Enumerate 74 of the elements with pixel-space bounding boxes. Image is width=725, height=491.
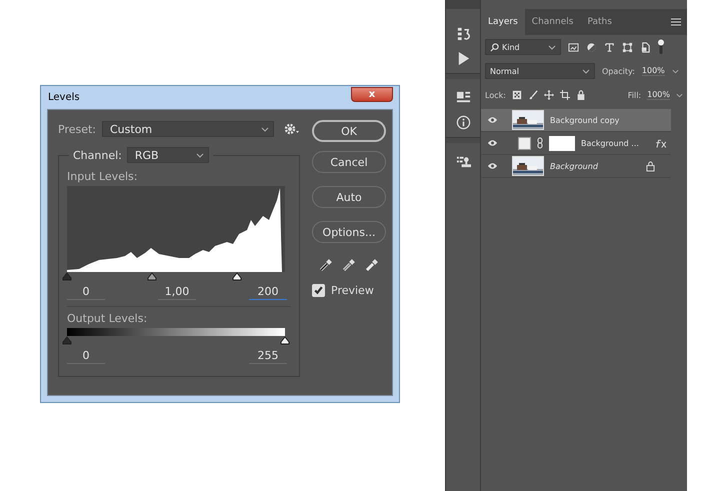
preset-label: Preset: [58,122,96,136]
chevron-icon [582,68,590,74]
adjustment-thumbnail [518,136,531,150]
dialog-button[interactable]: Auto [312,186,386,208]
eye-icon[interactable] [487,139,498,147]
fill-label: Fill: [628,90,642,100]
input-levels-label: Input Levels: [67,170,138,183]
eyedropper-icon[interactable] [342,258,356,272]
document-icon[interactable] [640,42,651,52]
fill-field[interactable]: 100% [647,90,670,100]
layer-row[interactable]: Background ... [481,132,671,155]
layer-name: Background copy [550,116,620,124]
chevron-icon [261,126,269,132]
dialog-button[interactable]: OK [312,120,386,142]
layer-row[interactable]: Background copy [481,109,671,132]
menu-icon[interactable] [671,18,681,26]
eye-icon[interactable] [487,116,498,124]
preview-checkbox[interactable] [312,284,325,297]
chevron-icon[interactable] [676,92,683,98]
lock-label: Lock: [485,90,506,100]
effects-icon[interactable] [653,138,669,148]
layer-row[interactable]: Background [481,155,671,178]
opacity-field[interactable]: 100% [642,66,665,76]
output-levels-label: Output Levels: [67,312,148,325]
slider-handle[interactable] [280,336,290,345]
layer-name: Background ... [581,138,639,148]
layer-name: Background [550,162,598,170]
panel-group-handle[interactable] [446,137,480,143]
transform-icon[interactable] [622,42,633,52]
lock-icon[interactable] [576,90,586,100]
close-button[interactable]: x [351,87,393,102]
panel-tab[interactable]: Layers [481,9,525,35]
search-icon [490,42,499,52]
chevron-icon [548,44,556,50]
info-icon[interactable] [456,115,470,130]
image-filter-icon[interactable] [568,42,579,52]
gear-icon[interactable] [284,123,300,135]
link-icon [537,137,543,149]
preview-label: Preview [331,284,374,297]
checker-icon[interactable] [512,90,522,100]
type-icon[interactable] [604,42,615,52]
level-input[interactable]: 255 [249,349,287,364]
blend-mode-dropdown[interactable]: Normal [485,63,595,79]
history-icon[interactable] [456,26,470,41]
dialog-button[interactable]: Cancel [312,151,386,173]
level-input[interactable]: 0 [67,285,105,300]
eyedropper-icon[interactable] [319,258,333,272]
toggle-icon[interactable] [658,39,664,55]
chevron-icon [196,152,204,158]
filter-dropdown[interactable]: Kind [485,39,561,55]
eyedropper-icon[interactable] [365,258,379,272]
level-input[interactable]: 0 [67,349,105,364]
stamp-icon[interactable] [456,154,470,169]
mask-thumbnail [549,136,575,150]
window-title: Levels [47,92,80,103]
properties-icon[interactable] [456,90,470,105]
level-input[interactable]: 200 [249,285,287,300]
panel-group-handle[interactable] [446,73,480,79]
opacity-label: Opacity: [602,66,635,76]
slider-handle[interactable] [62,272,72,281]
crop-icon[interactable] [560,90,570,100]
chevron-icon[interactable] [672,68,679,74]
level-input[interactable]: 1,00 [158,285,196,300]
half-circle-icon[interactable] [586,42,597,52]
channel-dropdown[interactable]: RGB [126,147,209,163]
preset-dropdown[interactable]: Custom [102,121,274,137]
brush-icon[interactable] [528,90,538,100]
channel-label: Channel: [73,148,122,162]
eye-icon[interactable] [487,162,498,170]
panel-tab[interactable]: Channels [524,9,580,35]
move-icon[interactable] [544,90,554,100]
panel-tab[interactable]: Paths [580,9,619,35]
slider-handle[interactable] [62,336,72,345]
dialog-button[interactable]: Options... [312,221,386,243]
